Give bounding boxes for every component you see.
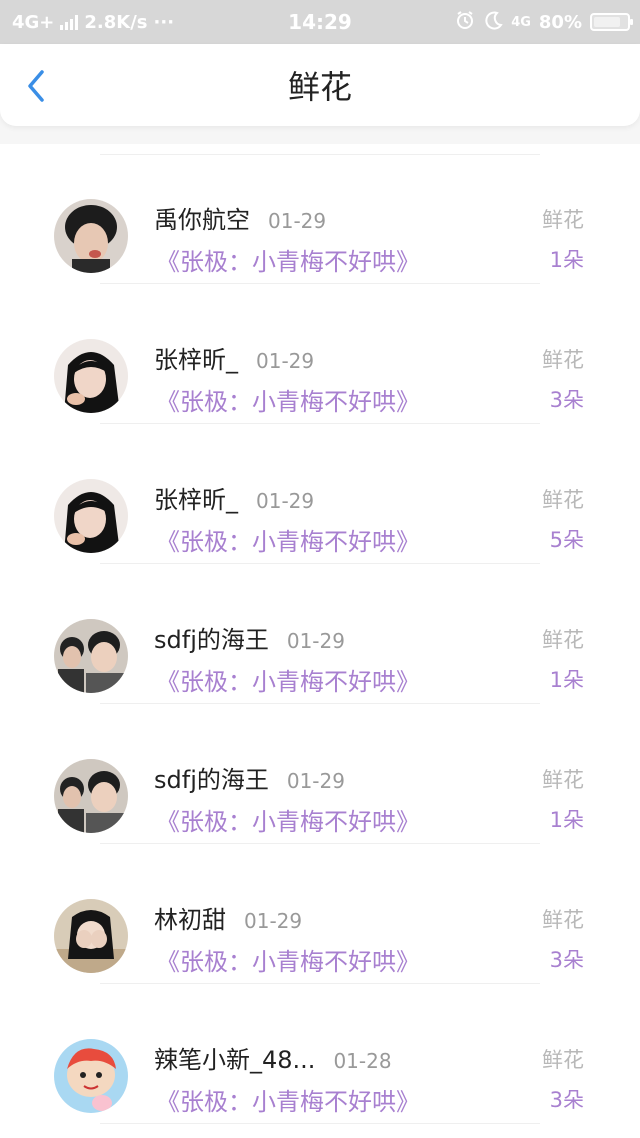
- gift-label: 鲜花: [542, 628, 584, 652]
- divider: [100, 1123, 540, 1124]
- gift-date: 01-29: [286, 629, 345, 653]
- book-title[interactable]: 《张极：小青梅不好哄》: [156, 242, 420, 277]
- book-title[interactable]: 《张极：小青梅不好哄》: [156, 802, 420, 837]
- user-name[interactable]: 张梓昕_: [154, 340, 238, 375]
- user-name[interactable]: sdfj的海王: [154, 620, 269, 655]
- gift-count: 3朵: [549, 948, 584, 972]
- avatar[interactable]: [54, 619, 128, 693]
- user-name[interactable]: sdfj的海王: [154, 760, 269, 795]
- gift-date: 01-29: [256, 489, 315, 513]
- battery-percent: 80%: [538, 11, 582, 33]
- list-item[interactable]: 禹你航空 01-29 《张极：小青梅不好哄》 鲜花 1朵: [0, 144, 640, 284]
- gift-count: 5朵: [549, 528, 584, 552]
- gift-label: 鲜花: [542, 908, 584, 932]
- battery-icon: [590, 13, 633, 31]
- nav-header: 鲜花: [0, 44, 640, 126]
- name-line: sdfj的海王 01-29: [154, 760, 345, 795]
- book-title[interactable]: 《张极：小青梅不好哄》: [156, 942, 420, 977]
- gift-label: 鲜花: [542, 488, 584, 512]
- user-name[interactable]: 辣笔小新_48...: [154, 1040, 315, 1075]
- book-title[interactable]: 《张极：小青梅不好哄》: [156, 1082, 420, 1117]
- alarm-icon: [455, 10, 475, 35]
- gift-label: 鲜花: [542, 768, 584, 792]
- avatar[interactable]: [54, 759, 128, 833]
- name-line: 张梓昕_ 01-29: [154, 480, 314, 515]
- gift-count: 3朵: [549, 1088, 584, 1112]
- user-name[interactable]: 林初甜: [154, 900, 226, 935]
- gift-date: 01-29: [244, 909, 303, 933]
- gift-count: 1朵: [549, 808, 584, 832]
- moon-icon: [483, 10, 503, 35]
- gift-date: 01-29: [256, 349, 315, 373]
- name-line: 林初甜 01-29: [154, 900, 302, 935]
- book-title[interactable]: 《张极：小青梅不好哄》: [156, 662, 420, 697]
- avatar[interactable]: [54, 1039, 128, 1113]
- list-item[interactable]: 辣笔小新_48... 01-28 《张极：小青梅不好哄》 鲜花 3朵: [0, 984, 640, 1124]
- gift-date: 01-28: [333, 1049, 392, 1073]
- gift-count: 1朵: [549, 248, 584, 272]
- list-item[interactable]: sdfj的海王 01-29 《张极：小青梅不好哄》 鲜花 1朵: [0, 704, 640, 844]
- gift-count: 1朵: [549, 668, 584, 692]
- book-title[interactable]: 《张极：小青梅不好哄》: [156, 522, 420, 557]
- right-network: 4G: [511, 14, 531, 30]
- avatar[interactable]: [54, 899, 128, 973]
- name-line: 张梓昕_ 01-29: [154, 340, 314, 375]
- list-item[interactable]: 张梓昕_ 01-29 《张极：小青梅不好哄》 鲜花 5朵: [0, 424, 640, 564]
- list-item[interactable]: 张梓昕_ 01-29 《张极：小青梅不好哄》 鲜花 3朵: [0, 284, 640, 424]
- gift-date: 01-29: [286, 769, 345, 793]
- status-bar: 4G+ 2.8K/s ··· 14:29 4G 80%: [0, 0, 640, 44]
- list-item[interactable]: 林初甜 01-29 《张极：小青梅不好哄》 鲜花 3朵: [0, 844, 640, 984]
- page-title: 鲜花: [287, 68, 352, 106]
- gift-count: 3朵: [549, 388, 584, 412]
- avatar[interactable]: [54, 339, 128, 413]
- name-line: sdfj的海王 01-29: [154, 620, 345, 655]
- gift-label: 鲜花: [542, 1048, 584, 1072]
- flower-list: 禹你航空 01-29 《张极：小青梅不好哄》 鲜花 1朵 张梓昕_ 01-29 《张极：小青梅…: [0, 144, 640, 1138]
- name-line: 辣笔小新_48... 01-28: [154, 1040, 392, 1075]
- list-item[interactable]: sdfj的海王 01-29 《张极：小青梅不好哄》 鲜花 1朵: [0, 564, 640, 704]
- book-title[interactable]: 《张极：小青梅不好哄》: [156, 382, 420, 417]
- user-name[interactable]: 张梓昕_: [154, 480, 238, 515]
- avatar[interactable]: [54, 199, 128, 273]
- gift-label: 鲜花: [542, 208, 584, 232]
- status-right: 4G 80%: [455, 0, 633, 44]
- avatar[interactable]: [54, 479, 128, 553]
- gift-label: 鲜花: [542, 348, 584, 372]
- user-name[interactable]: 禹你航空: [154, 200, 250, 235]
- name-line: 禹你航空 01-29: [154, 200, 326, 235]
- gift-date: 01-29: [268, 209, 327, 233]
